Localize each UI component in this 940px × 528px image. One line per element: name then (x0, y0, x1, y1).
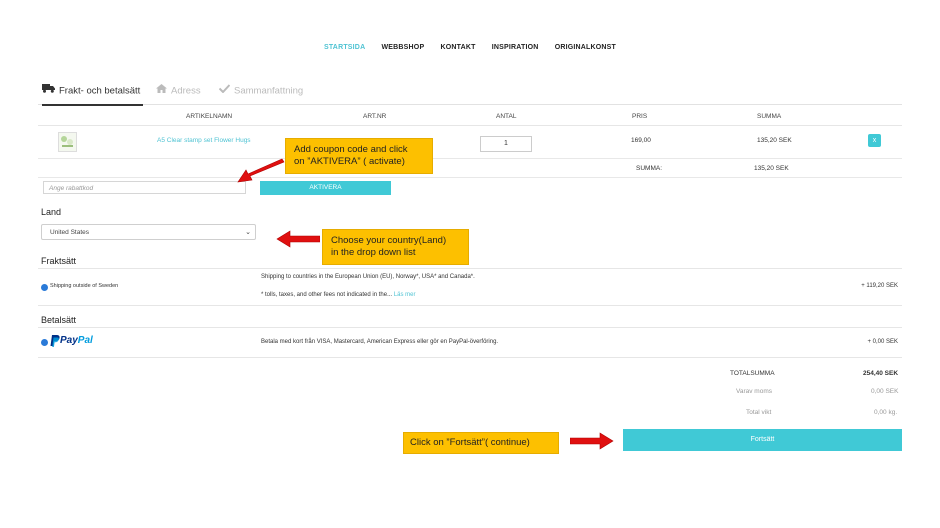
col-pris: PRIS (632, 113, 648, 120)
cart-summa-row: SUMMA: 135,20 SEK (38, 158, 902, 178)
weight-value: 0,00 kg. (874, 409, 898, 416)
summa-value: 135,20 SEK (754, 165, 789, 172)
fraktsatt-heading: Fraktsätt (41, 256, 77, 266)
arrow-to-continue-icon (570, 432, 614, 450)
nav-startsida[interactable]: STARTSIDA (324, 44, 365, 51)
close-icon: x (872, 137, 877, 144)
arrow-to-coupon-icon (237, 158, 285, 183)
continue-instruction-note: Click on ”Fortsätt”( continue) (403, 432, 559, 454)
shipping-price: + 119,20 SEK (861, 283, 898, 289)
paypal-logo: PayPal (50, 335, 93, 348)
chevron-down-icon: ⌄ (245, 229, 251, 236)
total-value: 254,40 SEK (863, 370, 899, 377)
cart-table-header: ARTIKELNAMN ART.NR ANTAL PRIS SUMMA (38, 107, 902, 126)
quantity-input[interactable]: 1 (480, 136, 532, 152)
shipping-desc-1: Shipping to countries in the European Un… (261, 274, 475, 280)
continue-button[interactable]: Fortsätt (623, 429, 902, 451)
payment-desc: Betala med kort från VISA, Mastercard, A… (261, 339, 499, 345)
land-heading: Land (41, 207, 62, 217)
checkout-tabs: Frakt- och betalsätt Adress Sammanfattni… (38, 82, 902, 106)
shipping-option-label: Shipping outside of Sweden (50, 283, 119, 289)
product-name-link[interactable]: A5 Clear stamp set Flower Hugs (157, 137, 251, 144)
tab-label: Sammanfattning (234, 85, 304, 97)
item-sum: 135,20 SEK (757, 137, 792, 144)
payment-option-row[interactable]: PayPal Betala med kort från VISA, Master… (38, 327, 902, 358)
total-label: TOTALSUMMA (730, 370, 775, 377)
shipping-desc-2: * tolls, taxes, and other fees not indic… (261, 292, 416, 298)
tab-label: Adress (171, 85, 201, 97)
remove-item-button[interactable]: x (868, 134, 881, 147)
tab-sammanfattning[interactable]: Sammanfattning (218, 82, 304, 104)
home-icon (156, 82, 167, 100)
col-artikelnamn: ARTIKELNAMN (186, 113, 233, 120)
country-select[interactable]: United States ⌄ (41, 224, 256, 240)
top-nav: STARTSIDA WEBBSHOP KONTAKT INSPIRATION O… (0, 44, 940, 58)
betalsatt-heading: Betalsätt (41, 315, 77, 325)
weight-label: Total vikt (746, 409, 772, 416)
nav-kontakt[interactable]: KONTAKT (440, 44, 475, 51)
item-price: 169,00 (631, 137, 651, 144)
country-selected-value: United States (50, 229, 90, 236)
col-summa: SUMMA (757, 113, 782, 120)
shipping-radio[interactable] (41, 284, 48, 291)
check-icon (218, 82, 231, 100)
table-row: A5 Clear stamp set Flower Hugs 1 169,00 … (38, 126, 902, 158)
vat-label: Varav moms (736, 388, 772, 395)
shipping-option-row[interactable]: Shipping outside of Sweden Shipping to c… (38, 268, 902, 306)
summa-label: SUMMA: (636, 165, 662, 172)
col-antal: ANTAL (496, 113, 517, 120)
nav-originalkonst[interactable]: ORIGINALKONST (555, 44, 616, 51)
product-thumbnail[interactable] (58, 132, 77, 152)
coupon-input[interactable]: Ange rabattkod (43, 181, 246, 194)
truck-icon (42, 82, 55, 100)
tab-label: Frakt- och betalsätt (59, 85, 141, 97)
arrow-to-country-icon (276, 230, 320, 248)
nav-webbshop[interactable]: WEBBSHOP (381, 44, 424, 51)
tab-frakt-betalsatt[interactable]: Frakt- och betalsätt (42, 82, 143, 106)
tab-adress[interactable]: Adress (156, 82, 201, 104)
payment-radio[interactable] (41, 339, 48, 346)
col-artnr: ART.NR (363, 113, 387, 120)
coupon-instruction-note: Add coupon code and click on ”AKTIVERA” (… (285, 138, 433, 174)
vat-value: 0,00 SEK (871, 388, 899, 395)
country-instruction-note: Choose your country(Land) in the drop dow… (322, 229, 469, 265)
payment-price: + 0,00 SEK (867, 339, 898, 345)
nav-inspiration[interactable]: INSPIRATION (492, 44, 539, 51)
las-mer-link[interactable]: Läs mer (394, 292, 416, 298)
